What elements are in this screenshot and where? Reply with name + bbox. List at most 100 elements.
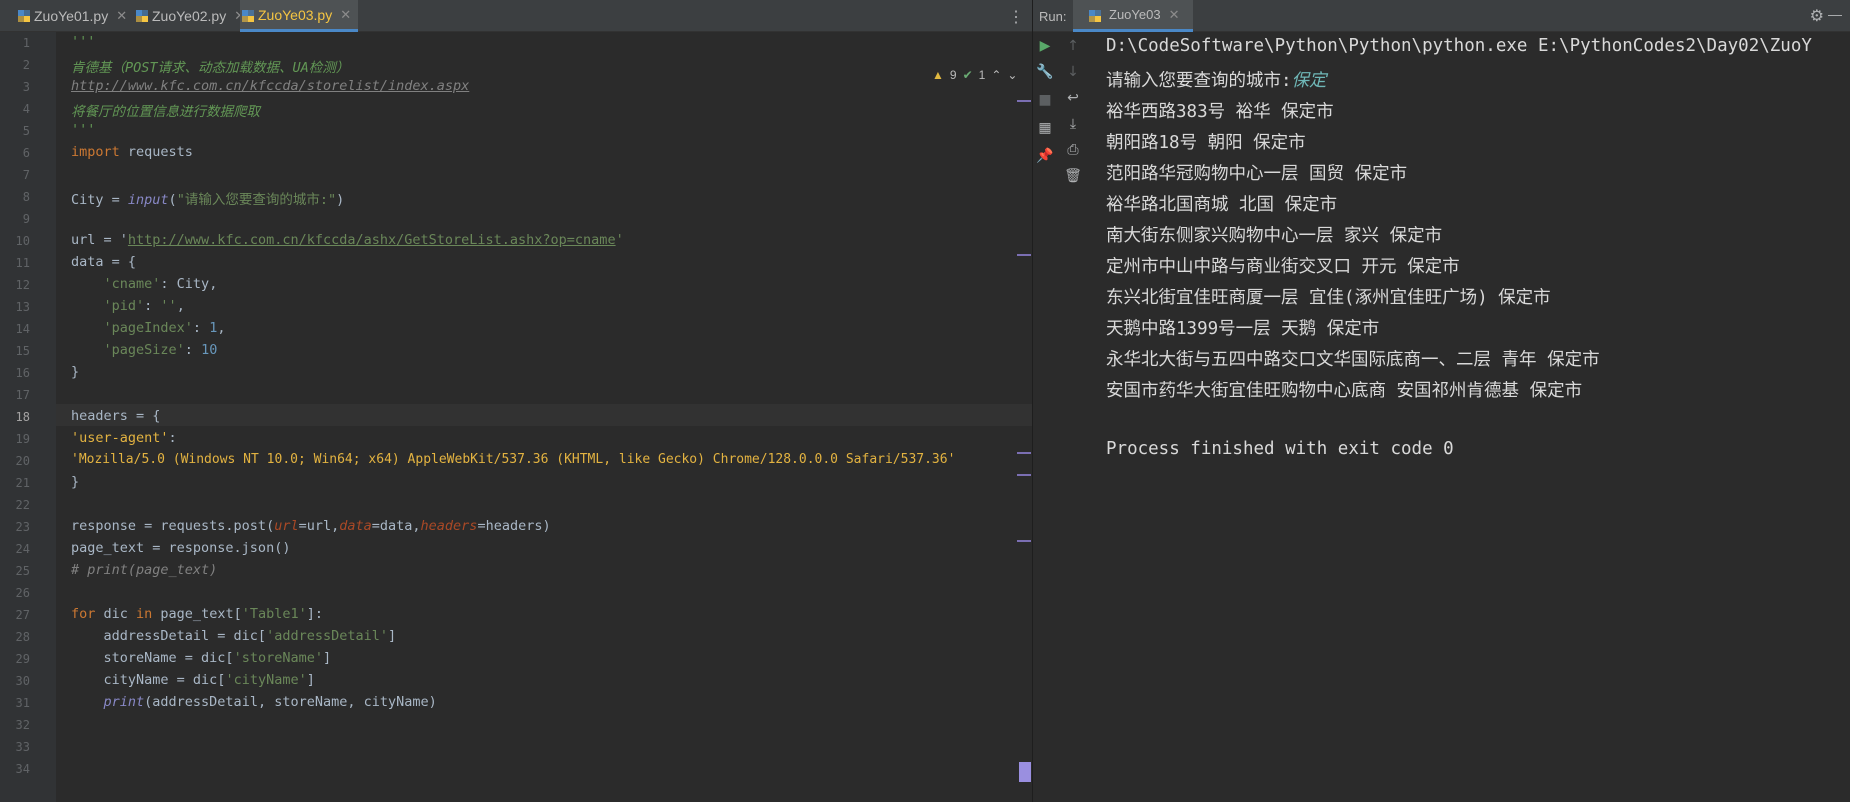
code-line: 'Mozilla/5.0 (Windows NT 10.0; Win64; x6… xyxy=(71,452,956,467)
tab-zuoye01[interactable]: ZuoYe01.py ✕ xyxy=(16,0,136,32)
line-number: 15 xyxy=(15,344,30,358)
inspection-widget[interactable]: ▲ 9 ✔ 1 ⌃ ⌄ xyxy=(932,68,1017,82)
tab-zuoye02[interactable]: ZuoYe02.py ✕ xyxy=(134,0,245,32)
console-output-line: 东兴北街宜佳旺商厦一层 宜佳(涿州宜佳旺广场) 保定市 xyxy=(1106,288,1551,308)
code-line: 肯德基（POST请求、动态加载数据、UA检测） xyxy=(71,60,350,76)
run-toolbar: ▶ ↑ 🔧 ↓ ■ ↩ ⤓ ▦ ⎙ 📌 🗑 xyxy=(1033,32,1095,802)
line-number: 8 xyxy=(22,190,30,204)
arrow-up-icon[interactable]: ↑ xyxy=(1063,36,1083,56)
trash-icon[interactable]: 🗑 xyxy=(1063,166,1083,186)
code-line: 将餐厅的位置信息进行数据爬取 xyxy=(71,104,260,120)
stripe-marker[interactable] xyxy=(1017,100,1031,102)
line-number: 10 xyxy=(15,234,30,248)
line-number: 20 xyxy=(15,454,30,468)
wrench-icon[interactable]: 🔧 xyxy=(1035,62,1055,82)
code-editor[interactable]: 1 2 3 4 5 6 7 8 9 10 11 12 13 14 15 16 1… xyxy=(0,32,1032,802)
chevron-up-icon[interactable]: ⌃ xyxy=(991,68,1001,82)
editor-tab-bar: ZuoYe01.py ✕ ZuoYe02.py ✕ ZuoYe03.py ✕ ⋮ xyxy=(0,0,1032,32)
line-number: 25 xyxy=(15,564,30,578)
code-line: ''' xyxy=(71,122,96,138)
stripe-marker[interactable] xyxy=(1017,540,1031,542)
line-number: 23 xyxy=(15,520,30,534)
console-finished-line: Process finished with exit code 0 xyxy=(1106,439,1454,459)
line-number: 31 xyxy=(15,696,30,710)
console-output-line: 定州市中山中路与商业街交叉口 开元 保定市 xyxy=(1106,257,1460,277)
code-line: data = { xyxy=(71,254,137,270)
scroll-to-end-icon[interactable]: ⤓ xyxy=(1063,114,1083,134)
console-command: D:\CodeSoftware\Python\Python\python.exe… xyxy=(1106,36,1812,56)
arrow-down-icon[interactable]: ↓ xyxy=(1063,62,1083,82)
code-line: storeName = dic['storeName'] xyxy=(71,650,332,666)
tab-run-zuoye03[interactable]: ZuoYe03 ✕ xyxy=(1073,0,1194,32)
line-number: 14 xyxy=(15,322,30,336)
run-label: Run: xyxy=(1039,9,1067,24)
minimize-icon[interactable]: — xyxy=(1828,6,1842,22)
layout-icon[interactable]: ▦ xyxy=(1035,118,1055,138)
rerun-icon[interactable]: ▶ xyxy=(1035,36,1055,56)
line-number: 18 xyxy=(15,410,30,424)
pin-icon[interactable]: 📌 xyxy=(1035,146,1055,166)
line-number: 11 xyxy=(15,256,30,270)
code-line: # print(page_text) xyxy=(71,562,218,578)
code-line: cityName = dic['cityName'] xyxy=(71,672,315,688)
line-number: 32 xyxy=(15,718,30,732)
code-line: 'user-agent': xyxy=(71,430,177,446)
close-icon[interactable]: ✕ xyxy=(116,8,127,24)
line-number: 5 xyxy=(22,124,30,138)
chevron-down-icon[interactable]: ⌄ xyxy=(1007,68,1017,82)
code-line: 'pageIndex': 1, xyxy=(103,320,226,336)
more-tabs-icon[interactable]: ⋮ xyxy=(1008,7,1024,27)
python-file-icon xyxy=(136,10,148,22)
console-output-line: 范阳路华冠购物中心一层 国贸 保定市 xyxy=(1106,164,1408,184)
ide-window: ZuoYe01.py ✕ ZuoYe02.py ✕ ZuoYe03.py ✕ ⋮… xyxy=(0,0,1850,802)
gear-icon[interactable]: ⚙ xyxy=(1810,6,1824,26)
stripe-marker[interactable] xyxy=(1017,254,1031,256)
line-number: 30 xyxy=(15,674,30,688)
run-panel-header: Run: ZuoYe03 ✕ ⚙ — xyxy=(1033,0,1850,32)
soft-wrap-icon[interactable]: ↩ xyxy=(1063,88,1083,108)
python-file-icon xyxy=(18,10,30,22)
tab-zuoye03[interactable]: ZuoYe03.py ✕ xyxy=(240,0,358,32)
line-number: 27 xyxy=(15,608,30,622)
run-tab-label: ZuoYe03 xyxy=(1109,7,1161,22)
line-number: 4 xyxy=(22,102,30,116)
tab-label: ZuoYe03.py xyxy=(258,6,333,23)
console-output[interactable]: D:\CodeSoftware\Python\Python\python.exe… xyxy=(1106,32,1850,802)
code-line: response = requests.post(url=url,data=da… xyxy=(71,518,551,534)
line-number: 13 xyxy=(15,300,30,314)
line-number: 7 xyxy=(22,168,30,182)
code-line: import requests xyxy=(71,144,193,160)
console-output-line: 朝阳路18号 朝阳 保定市 xyxy=(1106,133,1306,153)
line-number: 22 xyxy=(15,498,30,512)
console-output-line: 安国市药华大街宜佳旺购物中心底商 安国祁州肯德基 保定市 xyxy=(1106,381,1583,401)
code-line: headers = { xyxy=(71,408,161,424)
line-number: 2 xyxy=(22,58,30,72)
code-line: 'cname': City, xyxy=(103,276,218,292)
line-number: 6 xyxy=(22,146,30,160)
code-line: for dic in page_text['Table1']: xyxy=(71,606,323,622)
console-output-line: 天鹅中路1399号一层 天鹅 保定市 xyxy=(1106,319,1380,339)
stripe-marker[interactable] xyxy=(1017,474,1031,476)
python-file-icon xyxy=(242,10,254,22)
stop-icon[interactable]: ■ xyxy=(1035,90,1055,110)
code-line: http://www.kfc.com.cn/kfccda/storelist/i… xyxy=(71,78,470,94)
line-number: 19 xyxy=(15,432,30,446)
line-number: 3 xyxy=(22,80,30,94)
line-number: 16 xyxy=(15,366,30,380)
console-output-line: 永华北大街与五四中路交口文华国际底商一、二层 青年 保定市 xyxy=(1106,350,1600,370)
console-input-value: 保定 xyxy=(1291,71,1327,91)
line-number: 24 xyxy=(15,542,30,556)
close-icon[interactable]: ✕ xyxy=(340,7,351,23)
weak-warning-count: 1 xyxy=(978,68,986,82)
console-output-line: 南大街东侧家兴购物中心一层 家兴 保定市 xyxy=(1106,226,1443,246)
print-icon[interactable]: ⎙ xyxy=(1063,140,1083,160)
error-stripe[interactable] xyxy=(1017,32,1032,802)
close-icon[interactable]: ✕ xyxy=(1169,7,1180,23)
code-line: 'pageSize': 10 xyxy=(103,342,218,358)
warning-icon: ▲ xyxy=(932,68,944,82)
code-line: } xyxy=(71,474,80,490)
stripe-marker[interactable] xyxy=(1017,452,1031,454)
line-number: 12 xyxy=(15,278,30,292)
current-line-highlight xyxy=(56,404,1032,426)
scroll-thumb[interactable] xyxy=(1019,762,1031,782)
